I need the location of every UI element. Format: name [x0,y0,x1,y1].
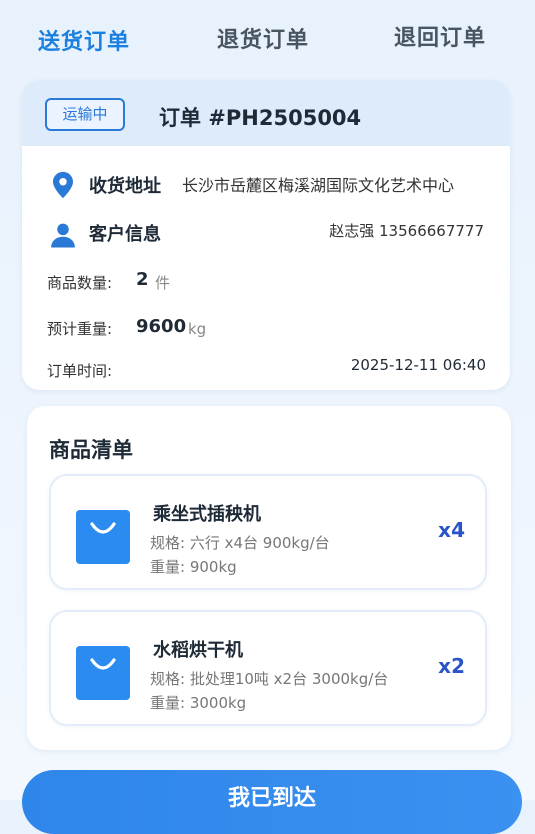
shopping-bag-icon [76,646,130,700]
order-title: 订单 #PH2505004 [159,106,362,130]
tab-bar: 送货订单 退货订单 退回订单 [0,0,535,70]
tab-delivery-orders[interactable]: 送货订单 [38,24,130,56]
goods-list-card: 商品清单 乘坐式插秧机 规格: 六行 x4台 900kg/台 重量: 900kg… [27,406,511,750]
address-value: 长沙市岳麓区梅溪湖国际文化艺术中心 [182,176,455,195]
customer-label: 客户信息 [89,224,161,245]
order-card: 运输中 订单 #PH2505004 收货地址 长沙市岳麓区梅溪湖国际文化艺术中心… [22,80,510,390]
weight-label: 预计重量: [47,320,113,338]
address-label: 收货地址 [89,176,161,197]
goods-item[interactable]: 乘坐式插秧机 规格: 六行 x4台 900kg/台 重量: 900kg x4 [49,474,487,590]
confirm-arrival-button[interactable]: 我已到达 [22,770,522,834]
customer-value: 赵志强 13566667777 [329,222,484,240]
goods-item-spec: 规格: 六行 x4台 900kg/台 [150,534,330,552]
weight-unit: kg [188,320,207,338]
goods-item-weight: 重量: 3000kg [150,694,247,712]
weight-value: 9600 [136,316,187,337]
goods-item-spec: 规格: 批处理10吨 x2台 3000kg/台 [150,670,389,688]
quantity-value: 2 [136,269,149,290]
person-icon [51,223,75,248]
tab-returned-orders[interactable]: 退回订单 [394,20,486,52]
quantity-label: 商品数量: [47,274,113,292]
status-badge: 运输中 [45,98,125,131]
goods-item-name: 乘坐式插秧机 [153,504,261,525]
order-header: 运输中 订单 #PH2505004 [22,80,510,146]
tab-return-orders[interactable]: 退货订单 [217,22,309,54]
goods-list-title: 商品清单 [49,438,133,462]
goods-item[interactable]: 水稻烘干机 规格: 批处理10吨 x2台 3000kg/台 重量: 3000kg… [49,610,487,726]
goods-item-quantity: x2 [438,654,465,678]
goods-item-quantity: x4 [438,518,465,542]
order-time-value: 2025-12-11 06:40 [350,356,486,374]
quantity-unit: 件 [155,274,171,292]
order-time-label: 订单时间: [47,362,113,380]
location-pin-icon [53,171,73,199]
goods-item-name: 水稻烘干机 [153,640,243,661]
shopping-bag-icon [76,510,130,564]
goods-item-weight: 重量: 900kg [150,558,237,576]
